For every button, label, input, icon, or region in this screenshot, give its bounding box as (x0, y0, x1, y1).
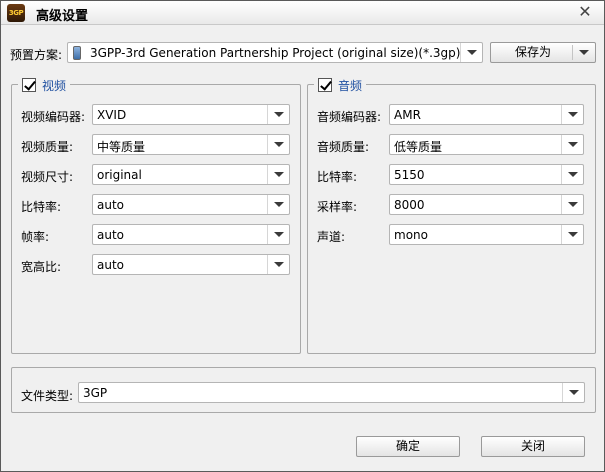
video-group-title: 视频 (42, 78, 67, 93)
close-button[interactable]: 关闭 (481, 436, 585, 457)
chevron-down-icon[interactable] (267, 105, 289, 124)
channels-select[interactable]: mono (389, 224, 584, 245)
video-size-label: 视频尺寸: (21, 170, 74, 184)
chevron-down-icon[interactable] (561, 195, 583, 214)
audio-quality-label: 音频质量: (317, 140, 370, 154)
sample-rate-value: 8000 (394, 198, 425, 212)
filetype-label: 文件类型: (21, 389, 74, 403)
advanced-settings-dialog: 3GP 高级设置 ✕ 预置方案: 3GPP-3rd Generation Par… (0, 0, 605, 472)
ok-button[interactable]: 确定 (356, 436, 460, 457)
preset-select[interactable]: 3GPP-3rd Generation Partnership Project … (67, 42, 483, 63)
video-quality-label: 视频质量: (21, 140, 74, 154)
preset-label: 预置方案: (10, 48, 63, 62)
sample-rate-label: 采样率: (317, 200, 358, 214)
aspect-ratio-label: 宽高比: (21, 260, 62, 274)
video-framerate-value: auto (97, 228, 125, 242)
video-quality-value: 中等质量 (97, 140, 146, 154)
window-title: 高级设置 (36, 9, 89, 24)
video-framerate-label: 帧率: (21, 230, 50, 244)
chevron-down-icon[interactable] (267, 165, 289, 184)
chevron-down-icon[interactable] (267, 225, 289, 244)
close-icon[interactable]: ✕ (576, 3, 594, 21)
title-bar: 3GP 高级设置 ✕ (1, 1, 604, 25)
audio-bitrate-value: 5150 (394, 168, 425, 182)
audio-quality-value: 低等质量 (394, 140, 443, 154)
save-as-label: 保存为 (514, 45, 551, 59)
filetype-value: 3GP (83, 386, 108, 400)
audio-group-title: 音频 (338, 78, 363, 93)
video-quality-select[interactable]: 中等质量 (92, 134, 290, 155)
aspect-ratio-select[interactable]: auto (92, 254, 290, 275)
video-bitrate-select[interactable]: auto (92, 194, 290, 215)
video-codec-value: XVID (97, 108, 127, 122)
chevron-down-icon[interactable] (267, 255, 289, 274)
3gp-app-icon: 3GP (7, 4, 25, 22)
chevron-down-icon[interactable] (562, 383, 584, 402)
chevron-down-icon[interactable] (561, 105, 583, 124)
audio-checkbox[interactable] (318, 78, 332, 92)
video-group-header: 视频 (18, 76, 71, 94)
filetype-select[interactable]: 3GP (78, 382, 585, 403)
audio-codec-select[interactable]: AMR (389, 104, 584, 125)
phone-icon (73, 46, 81, 60)
audio-codec-value: AMR (394, 108, 421, 122)
video-size-value: original (97, 168, 142, 182)
channels-label: 声道: (317, 230, 346, 244)
video-codec-select[interactable]: XVID (92, 104, 290, 125)
chevron-down-icon[interactable] (561, 165, 583, 184)
chevron-down-icon[interactable] (267, 195, 289, 214)
audio-group-header: 音频 (314, 76, 367, 94)
audio-codec-label: 音频编码器: (317, 110, 382, 124)
chevron-down-icon[interactable] (267, 135, 289, 154)
preset-value: 3GPP-3rd Generation Partnership Project … (90, 46, 461, 60)
chevron-down-icon[interactable] (573, 43, 595, 62)
audio-bitrate-label: 比特率: (317, 170, 358, 184)
video-bitrate-value: auto (97, 198, 125, 212)
chevron-down-icon[interactable] (561, 225, 583, 244)
save-as-button[interactable]: 保存为 (490, 42, 596, 63)
channels-value: mono (394, 228, 428, 242)
video-framerate-select[interactable]: auto (92, 224, 290, 245)
audio-quality-select[interactable]: 低等质量 (389, 134, 584, 155)
aspect-ratio-value: auto (97, 258, 125, 272)
sample-rate-select[interactable]: 8000 (389, 194, 584, 215)
chevron-down-icon[interactable] (561, 135, 583, 154)
audio-bitrate-select[interactable]: 5150 (389, 164, 584, 185)
chevron-down-icon[interactable] (460, 43, 482, 62)
video-size-select[interactable]: original (92, 164, 290, 185)
video-checkbox[interactable] (22, 78, 36, 92)
video-codec-label: 视频编码器: (21, 110, 86, 124)
video-bitrate-label: 比特率: (21, 200, 62, 214)
